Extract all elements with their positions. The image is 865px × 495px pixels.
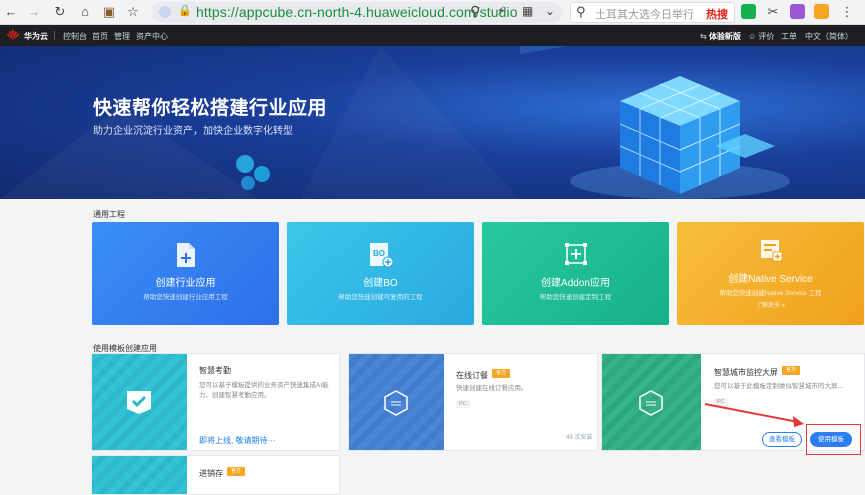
nav-console[interactable]: 控制台: [63, 31, 87, 42]
template-thumbnail: [92, 354, 187, 450]
briefcase-icon[interactable]: ▣: [100, 3, 118, 21]
document-add-icon: [176, 243, 195, 267]
back-icon[interactable]: ←: [2, 3, 20, 21]
lightning-icon[interactable]: ⚡: [497, 4, 505, 18]
create-addon-card[interactable]: 创建Addon应用 帮助您快速创建定制工程: [482, 222, 669, 325]
nav-home[interactable]: 首页: [92, 31, 108, 42]
install-count: 49 次安装: [566, 435, 593, 441]
grid-icon[interactable]: ▦: [522, 4, 533, 18]
nav-manage[interactable]: 管理: [114, 31, 130, 42]
svg-text:BO: BO: [373, 249, 385, 258]
template-card-online-order[interactable]: 在线订餐 官方 快速创建在线订餐应用。 PC 49 次安装: [348, 353, 598, 451]
search-query: 土耳其大选今日举行: [595, 9, 694, 21]
create-industry-app-card[interactable]: 创建行业应用 帮助您快速创建行业应用工程: [92, 222, 279, 325]
forward-icon[interactable]: →: [25, 3, 43, 21]
hexagon-icon: [384, 390, 408, 416]
site-icon: [159, 6, 171, 18]
template-thumbnail: [349, 354, 444, 450]
bookmark-star-icon[interactable]: ☆: [124, 3, 142, 21]
feedback-link[interactable]: ☺ 评价: [748, 31, 774, 42]
shield-extension-icon[interactable]: [814, 4, 829, 19]
hero-subtitle: 助力企业沉淀行业资产，加快企业数字化转型: [93, 126, 293, 137]
ticket-link[interactable]: 工单: [781, 31, 797, 42]
project-desc: 帮助您快速创建可复用的工程: [338, 294, 423, 301]
official-badge: 官方: [782, 366, 800, 375]
template-title: 在线订餐: [456, 371, 488, 380]
bo-add-icon: BO: [369, 243, 393, 268]
project-title: 创建BO: [363, 278, 398, 289]
learn-more-link[interactable]: 了解更多 »: [677, 300, 864, 309]
wechat-extension-icon[interactable]: [741, 4, 756, 19]
template-title: 智慧考勤: [199, 366, 231, 375]
project-title: 创建Native Service: [728, 274, 813, 285]
template-card-attendance[interactable]: 智慧考勤 您可以基于模板提供的业务资产快速集成AI能力、创建智慧考勤应用。 即将…: [91, 353, 340, 451]
template-desc: 您可以基于模板提供的业务资产快速集成AI能力、创建智慧考勤应用。: [199, 382, 329, 399]
dropdown-icon[interactable]: ⌄: [545, 4, 555, 18]
addon-add-icon: [564, 243, 587, 265]
project-desc: 帮助您快速创建行业应用工程: [143, 294, 228, 301]
template-desc: 快速创建在线订餐应用。: [456, 385, 528, 392]
lock-icon: 🔒: [178, 5, 192, 17]
annotation-arrow: [704, 403, 804, 427]
brand-name[interactable]: 华为云: [24, 31, 48, 42]
template-card-inventory[interactable]: 进销存 官方: [91, 455, 340, 495]
nav-divider: [54, 31, 55, 40]
create-bo-card[interactable]: BO 创建BO 帮助您快速创建可复用的工程: [287, 222, 474, 325]
template-title: 智慧城市监控大屏: [714, 368, 778, 377]
project-desc: 帮助您快速创建Native Service 工程: [719, 290, 822, 297]
project-title: 创建Addon应用: [541, 278, 610, 289]
more-icon[interactable]: ⋮: [838, 3, 856, 21]
reload-icon[interactable]: ↻: [51, 3, 69, 21]
hero-banner: 快速帮你轻松搭建行业应用 助力企业沉淀行业资产，加快企业数字化转型: [0, 46, 865, 199]
coming-soon-link[interactable]: 即将上线, 敬请期待···: [199, 435, 275, 446]
calendar-check-icon: [127, 391, 151, 414]
highlight-box: [806, 424, 861, 455]
projects-section-title: 通用工程: [93, 210, 125, 219]
official-badge: 官方: [492, 369, 510, 378]
hero-title: 快速帮你轻松搭建行业应用: [93, 98, 328, 119]
hot-search-label: 热搜: [706, 9, 728, 21]
template-thumbnail: [602, 354, 701, 450]
template-title: 进销存: [199, 469, 223, 478]
project-desc: 帮助您快速创建定制工程: [539, 294, 612, 301]
create-native-service-card[interactable]: 创建Native Service 帮助您快速创建Native Service 工…: [677, 222, 864, 325]
address-bar[interactable]: 🔒 https://appcube.cn-north-4.huaweicloud…: [152, 2, 562, 23]
view-template-button[interactable]: 查看模板: [762, 432, 802, 447]
switch-version-link[interactable]: ⇆ 体验新版: [700, 31, 741, 42]
top-navigation: 华为云 控制台 首页 管理 资产中心 ⇆ 体验新版 ☺ 评价 工单 中文（简体）: [0, 25, 865, 46]
switch-icon: ⇆: [700, 32, 709, 41]
language-select[interactable]: 中文（简体）: [805, 31, 853, 42]
huawei-logo-icon[interactable]: [6, 28, 20, 42]
scissors-icon[interactable]: ✂: [764, 3, 782, 21]
template-thumbnail: [92, 456, 187, 494]
hexagon-icon: [639, 390, 663, 416]
search-box[interactable]: ⚲ 土耳其大选今日举行 热搜: [570, 2, 735, 23]
official-badge: 官方: [227, 467, 245, 476]
translate-extension-icon[interactable]: [790, 4, 805, 19]
browser-toolbar: ← → ↻ ⌂ ▣ ☆ 🔒 https://appcube.cn-north-4…: [0, 0, 865, 25]
zoom-icon[interactable]: ⚲: [470, 3, 480, 20]
home-icon[interactable]: ⌂: [76, 3, 94, 21]
search-icon: ⚲: [576, 4, 586, 19]
project-title: 创建行业应用: [155, 278, 216, 289]
platform-tag: PC: [456, 400, 470, 408]
native-service-add-icon: [760, 240, 782, 262]
nav-asset-center[interactable]: 资产中心: [136, 31, 168, 42]
smile-icon: ☺: [748, 32, 759, 41]
template-desc: 您可以基于此模板定制类似智慧城市的大屏...: [714, 383, 843, 390]
